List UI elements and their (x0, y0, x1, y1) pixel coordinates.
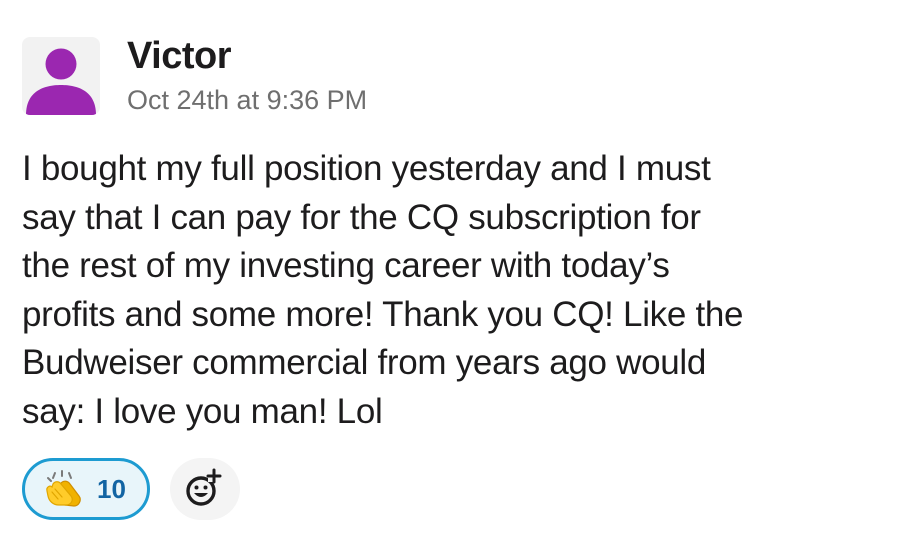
reaction-count: 10 (97, 474, 126, 504)
message-line: Budweiser commercial from years ago woul… (22, 343, 707, 382)
message-line: say: I love you man! Lol (22, 391, 383, 431)
message-container: Victor Oct 24th at 9:36 PM I bought my f… (0, 0, 908, 546)
message-body: I bought my full position yesterday and … (22, 145, 892, 436)
message-line: I bought my full position yesterday and … (22, 149, 711, 188)
clapping-hands-emoji-icon (46, 470, 81, 507)
message-line: profits and some more! Thank you CQ! Lik… (22, 294, 744, 334)
message-line: the rest of my investing career with tod… (22, 246, 670, 285)
add-emoji-icon (186, 468, 222, 506)
user-silhouette-icon (26, 48, 96, 115)
author-name[interactable]: Victor (127, 34, 232, 78)
reaction-clap-button[interactable]: 10 (22, 458, 150, 520)
add-reaction-button[interactable] (170, 458, 240, 520)
message-line: say that I can pay for the CQ subscripti… (22, 197, 701, 237)
message-timestamp[interactable]: Oct 24th at 9:36 PM (127, 84, 367, 116)
avatar[interactable] (22, 37, 100, 115)
